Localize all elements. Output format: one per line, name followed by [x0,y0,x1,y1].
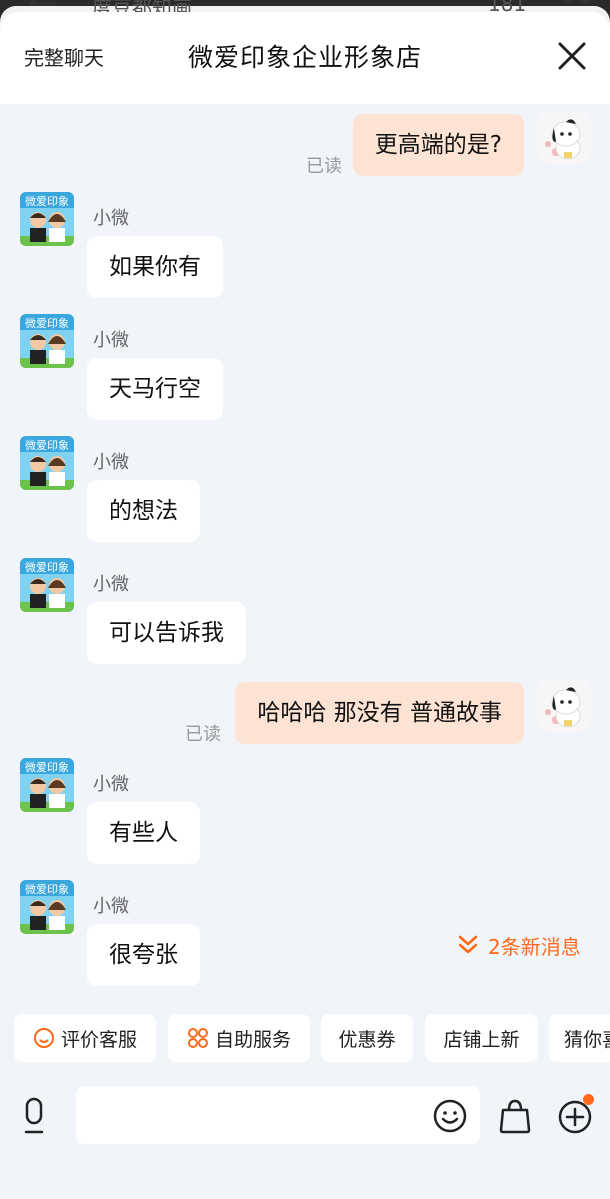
more-dots-icon [564,0,590,4]
chat-header: 完整聊天 微爱印象企业形象店 [0,12,610,104]
quick-action-new-arrivals[interactable]: 店铺上新 [425,1014,538,1062]
notification-dot [583,1094,594,1105]
quick-action-self-service[interactable]: 自助服务 [168,1014,310,1062]
sender-name: 小微 [93,208,129,229]
quick-action-label: 评价客服 [60,1028,137,1051]
grid-icon [187,1028,208,1048]
incoming-bubble[interactable]: 如果你有 [87,236,223,298]
user-avatar[interactable] [538,680,590,732]
svg-text:微爱印象: 微爱印象 [25,882,69,896]
svg-text:微爱印象: 微爱印象 [25,316,69,330]
incoming-bubble[interactable]: 很夸张 [87,924,200,986]
shop-avatar[interactable]: 微爱印象 [20,558,74,612]
shop-logo-icon: 微爱印象 [20,192,74,246]
svg-text:微爱印象: 微爱印象 [25,438,69,452]
input-bar [0,1074,610,1164]
incoming-bubble[interactable]: 可以告诉我 [87,602,246,664]
incoming-bubble[interactable]: 的想法 [87,480,200,542]
message-row: 微爱印象 小微 有些人 [0,758,610,868]
shop-logo-icon: 微爱印象 [20,880,74,934]
user-avatar[interactable] [538,112,590,164]
pochacco-icon [538,680,590,732]
read-receipt: 已读 [306,156,342,177]
sender-name: 小微 [93,330,129,351]
back-arrow-icon [28,0,56,6]
double-chevron-down-icon [458,935,478,954]
page-title: 微爱印象企业形象店 [187,43,422,72]
outgoing-bubble[interactable]: 哈哈哈 那没有 普通故事 [235,682,524,744]
quick-action-coupons[interactable]: 优惠券 [321,1014,413,1062]
quick-action-label: 优惠券 [338,1028,396,1051]
message-input[interactable] [76,1086,480,1144]
svg-text:微爱印象: 微爱印象 [25,760,69,774]
shop-avatar[interactable]: 微爱印象 [20,758,74,812]
shop-avatar[interactable]: 微爱印象 [20,314,74,368]
quick-action-guess[interactable]: 猜你喜 [549,1014,610,1062]
sender-name: 小微 [93,774,129,795]
message-row: 更高端的是? 已读 [0,112,610,192]
close-icon[interactable] [552,36,592,76]
svg-text:微爱印象: 微爱印象 [25,560,69,574]
microphone-icon[interactable] [16,1096,52,1136]
shop-avatar[interactable]: 微爱印象 [20,436,74,490]
new-messages-button[interactable]: 2条新消息 [456,930,581,960]
quick-actions-bar: 评价客服 自助服务 优惠券 店铺上新 猜你喜 [0,1014,610,1064]
message-row: 微爱印象 小微 的想法 [0,436,610,546]
shop-avatar[interactable]: 微爱印象 [20,192,74,246]
message-row: 微爱印象 小微 如果你有 [0,192,610,302]
read-receipt: 已读 [185,724,221,745]
new-messages-label: 2条新消息 [488,934,581,959]
message-row: 哈哈哈 那没有 普通故事 已读 [0,680,610,760]
shop-logo-icon: 微爱印象 [20,758,74,812]
shop-logo-icon: 微爱印象 [20,436,74,490]
shopping-bag-icon[interactable] [498,1098,532,1134]
shop-logo-icon: 微爱印象 [20,558,74,612]
shop-logo-icon: 微爱印象 [20,314,74,368]
sender-name: 小微 [93,574,129,595]
pochacco-icon [538,112,590,164]
chat-sheet: 完整聊天 微爱印象企业形象店 更高端的是? 已读 微爱印象 小微 如果你有 微爱… [0,12,610,1199]
svg-text:微爱印象: 微爱印象 [25,194,69,208]
incoming-bubble[interactable]: 天马行空 [87,358,223,420]
quick-action-rate-service[interactable]: 评价客服 [14,1014,156,1062]
quick-action-label: 猜你喜 [564,1028,610,1051]
outgoing-bubble[interactable]: 更高端的是? [352,114,524,176]
quick-action-label: 店铺上新 [443,1028,520,1051]
message-row: 微爱印象 小微 可以告诉我 [0,558,610,668]
shop-avatar[interactable]: 微爱印象 [20,880,74,934]
smile-icon [33,1028,54,1048]
sender-name: 小微 [93,896,129,917]
emoji-icon[interactable] [432,1098,468,1134]
quick-action-label: 自助服务 [214,1028,291,1051]
incoming-bubble[interactable]: 有些人 [87,802,200,864]
message-row: 微爱印象 小微 天马行空 [0,314,610,424]
sender-name: 小微 [93,452,129,473]
